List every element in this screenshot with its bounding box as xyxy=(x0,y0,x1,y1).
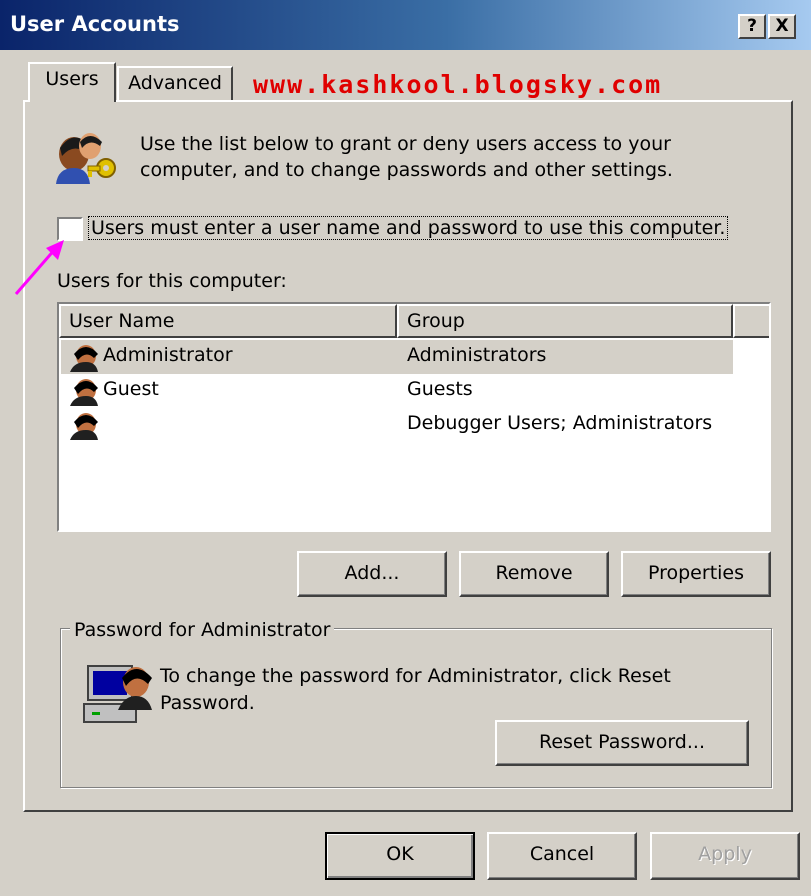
row-group: Debugger Users; Administrators xyxy=(407,412,713,434)
table-row[interactable]: Administrator Administrators xyxy=(61,340,733,374)
intro-line-2: computer, and to change passwords and ot… xyxy=(140,159,673,181)
users-keys-icon xyxy=(56,133,116,184)
require-login-label: Users must enter a user name and passwor… xyxy=(88,216,729,240)
add-user-button[interactable]: Add... xyxy=(297,551,447,597)
tab-users[interactable]: Users xyxy=(28,62,116,102)
ok-button[interactable]: OK xyxy=(325,832,475,880)
row-username: Guest xyxy=(103,378,159,400)
remove-user-button[interactable]: Remove xyxy=(459,551,609,597)
intro-text: Use the list below to grant or deny user… xyxy=(140,131,673,183)
tab-advanced[interactable]: Advanced xyxy=(117,66,233,100)
computer-user-icon xyxy=(83,665,152,723)
row-group: Guests xyxy=(407,378,473,400)
user-icon xyxy=(70,345,98,372)
help-button[interactable]: ? xyxy=(738,14,766,39)
row-username: Administrator xyxy=(103,344,233,366)
password-text-line-1: To change the password for Administrator… xyxy=(160,665,671,687)
column-header-group[interactable]: Group xyxy=(397,304,733,338)
users-list-caption: Users for this computer: xyxy=(57,270,287,292)
cancel-button[interactable]: Cancel xyxy=(487,832,637,880)
table-row[interactable]: Guest Guests xyxy=(61,374,733,408)
column-header-filler xyxy=(733,304,769,338)
user-icon xyxy=(70,379,98,406)
row-group: Administrators xyxy=(407,344,547,366)
tab-advanced-label: Advanced xyxy=(128,72,222,94)
users-list[interactable]: User Name Group Administrator Administra… xyxy=(57,302,771,532)
password-group-text: To change the password for Administrator… xyxy=(160,663,671,717)
close-button[interactable]: X xyxy=(768,14,796,39)
window-title: User Accounts xyxy=(10,12,180,36)
column-header-username[interactable]: User Name xyxy=(59,304,397,338)
require-login-label-box[interactable]: Users must enter a user name and passwor… xyxy=(88,216,729,240)
watermark-text: www.kashkool.blogsky.com xyxy=(253,70,663,99)
user-icon xyxy=(70,413,98,440)
reset-password-button[interactable]: Reset Password... xyxy=(495,720,749,766)
apply-button[interactable]: Apply xyxy=(650,832,800,880)
column-header-group-label: Group xyxy=(407,310,465,332)
password-group-title: Password for Administrator xyxy=(70,619,335,641)
password-text-line-2: Password. xyxy=(160,692,255,714)
tab-users-label: Users xyxy=(45,68,99,90)
intro-line-1: Use the list below to grant or deny user… xyxy=(140,133,671,155)
properties-button[interactable]: Properties xyxy=(621,551,771,597)
table-row[interactable]: Debugger Users; Administrators xyxy=(61,408,733,442)
column-header-username-label: User Name xyxy=(69,310,175,332)
